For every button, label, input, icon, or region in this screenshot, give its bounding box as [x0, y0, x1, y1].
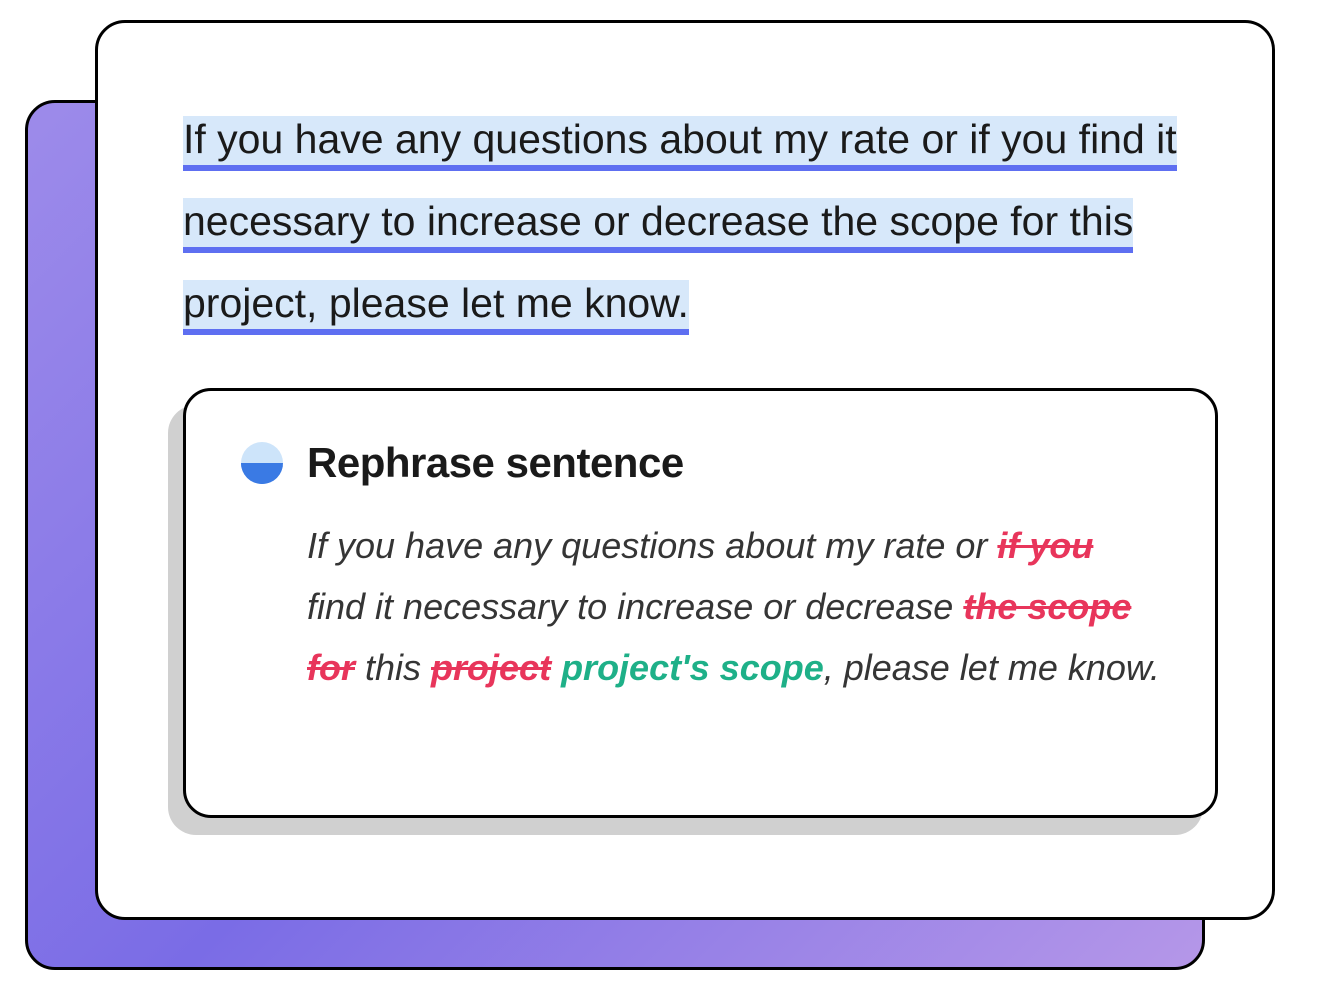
suggestion-card[interactable]: Rephrase sentence If you have any questi…: [183, 388, 1218, 818]
strike-text: if you: [997, 525, 1093, 566]
suggestion-text: If you have any questions about my rate …: [241, 515, 1160, 699]
strike-text: project: [431, 647, 551, 688]
main-card: If you have any questions about my rate …: [95, 20, 1275, 920]
original-text-block[interactable]: If you have any questions about my rate …: [183, 98, 1187, 344]
suggestion-header: Rephrase sentence: [241, 439, 1160, 487]
insert-text: project's scope: [551, 647, 824, 688]
text-part: If you have any questions about my rate …: [307, 525, 997, 566]
suggestion-title: Rephrase sentence: [307, 439, 684, 487]
text-part: this: [355, 647, 431, 688]
text-part: , please let me know.: [824, 647, 1160, 688]
original-sentence: If you have any questions about my rate …: [183, 116, 1177, 335]
text-part: find it necessary to increase or decreas…: [307, 586, 963, 627]
rephrase-icon: [241, 442, 283, 484]
